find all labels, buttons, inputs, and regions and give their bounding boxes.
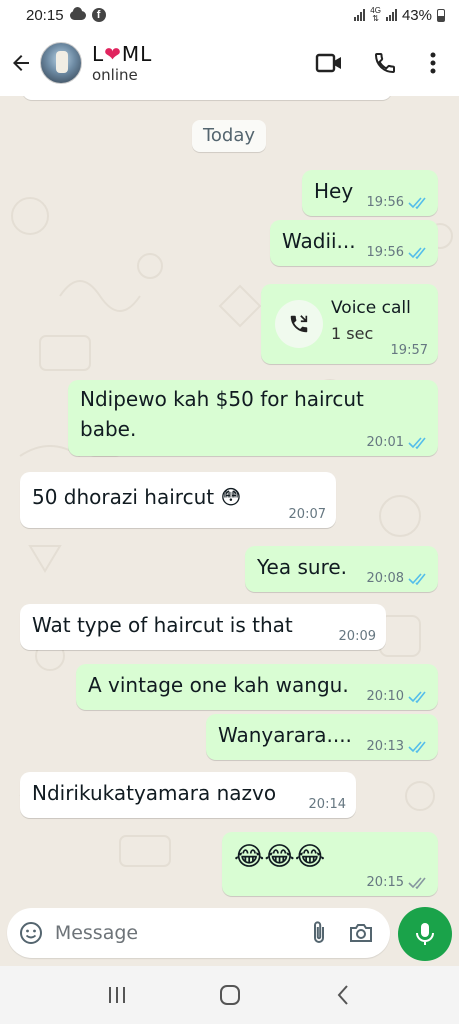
double-tick-read-icon xyxy=(408,436,426,449)
message-time: 19:57 xyxy=(390,343,428,358)
home-icon xyxy=(219,985,240,1005)
microphone-icon xyxy=(416,923,434,945)
message-bubble[interactable]: Wat type of haircut is that 20:09 xyxy=(20,604,386,650)
double-tick-read-icon xyxy=(408,196,426,209)
avatar[interactable] xyxy=(40,42,82,84)
camera-button[interactable] xyxy=(340,908,382,958)
message-text: 50 dhorazi haircut 😳 xyxy=(32,485,242,509)
input-bar xyxy=(0,907,459,964)
message-text: Ndirikukatyamara nazvo xyxy=(32,781,277,805)
signal-icon xyxy=(354,9,366,21)
system-nav-bar xyxy=(0,966,459,1024)
chat-header: L❤ML online xyxy=(0,30,459,96)
previous-message-edge xyxy=(22,96,392,100)
call-bubble-icon xyxy=(275,300,323,348)
chat-area[interactable]: Today Hey 19:56 Wadii... 19:56 Voice cal… xyxy=(0,96,459,908)
contact-info[interactable]: L❤ML online xyxy=(92,42,152,84)
status-bar: 20:15 f 4G ⇅ 43% xyxy=(0,0,459,30)
home-button[interactable] xyxy=(205,970,255,1020)
voice-call-button[interactable] xyxy=(357,38,413,88)
double-tick-read-icon xyxy=(408,572,426,585)
attach-button[interactable] xyxy=(298,908,340,958)
more-vert-icon xyxy=(430,52,436,74)
phone-icon xyxy=(374,53,395,74)
voice-call-bubble[interactable]: Voice call 1 sec 19:57 xyxy=(261,284,438,364)
call-title: Voice call xyxy=(331,298,411,318)
status-time: 20:15 xyxy=(26,6,64,24)
message-bubble[interactable]: Wanyarara.... 20:13 xyxy=(206,714,438,760)
message-time: 20:01 xyxy=(366,435,404,450)
message-bubble[interactable]: Ndirikukatyamara nazvo 20:14 xyxy=(20,772,356,818)
message-text: Wat type of haircut is that xyxy=(32,613,293,637)
message-time: 20:09 xyxy=(338,629,376,644)
message-time: 20:10 xyxy=(366,689,404,704)
call-duration: 1 sec xyxy=(331,324,374,343)
double-tick-read-icon xyxy=(408,740,426,753)
message-bubble[interactable]: Ndipewo kah $50 for haircut babe. 20:01 xyxy=(68,380,438,456)
signal-icon-2 xyxy=(385,9,397,21)
video-call-button[interactable] xyxy=(301,38,357,88)
message-time: 20:08 xyxy=(366,571,404,586)
message-time: 20:14 xyxy=(308,797,346,812)
double-tick-read-icon xyxy=(408,246,426,259)
message-text: Wadii... xyxy=(282,229,356,253)
message-input[interactable] xyxy=(54,922,298,944)
back-nav-button[interactable] xyxy=(318,970,368,1020)
message-text: Yea sure. xyxy=(257,555,348,579)
message-bubble[interactable]: Hey 19:56 xyxy=(302,170,438,216)
date-divider: Today xyxy=(192,120,266,152)
message-bubble[interactable]: 😂😂😂 20:15 xyxy=(222,832,438,896)
video-call-icon xyxy=(315,53,341,73)
double-tick-read-icon xyxy=(408,690,426,703)
battery-icon xyxy=(437,8,445,22)
emoji-icon xyxy=(19,922,42,944)
missed-call-phone-icon xyxy=(290,315,308,333)
voice-message-button[interactable] xyxy=(398,907,452,961)
double-tick-delivered-icon xyxy=(408,876,426,889)
recents-button[interactable] xyxy=(92,970,142,1020)
heart-icon: ❤ xyxy=(104,42,122,66)
message-text: 😂😂😂 xyxy=(234,842,326,872)
facebook-icon: f xyxy=(91,8,106,22)
paperclip-icon xyxy=(313,921,324,943)
message-bubble[interactable]: 50 dhorazi haircut 😳 20:07 xyxy=(20,472,336,528)
message-text-line-2: babe. xyxy=(80,417,137,441)
message-text: Hey xyxy=(314,179,354,203)
emoji-button[interactable] xyxy=(7,908,55,958)
more-options-button[interactable] xyxy=(413,38,453,88)
message-time: 19:56 xyxy=(366,245,404,260)
message-time: 20:13 xyxy=(366,739,404,754)
contact-name: L❤ML xyxy=(92,42,153,66)
back-button[interactable] xyxy=(2,41,40,85)
message-bubble[interactable]: A vintage one kah wangu. 20:10 xyxy=(76,664,438,710)
message-text-line-1: Ndipewo kah $50 for haircut xyxy=(80,387,364,411)
back-arrow-icon xyxy=(13,55,29,71)
message-time: 20:15 xyxy=(366,875,404,890)
message-time: 20:07 xyxy=(288,507,326,522)
camera-icon xyxy=(349,924,372,942)
message-bubble[interactable]: Wadii... 19:56 xyxy=(270,220,438,266)
message-time: 19:56 xyxy=(366,195,404,210)
message-text: A vintage one kah wangu. xyxy=(88,673,349,697)
message-bubble[interactable]: Yea sure. 20:08 xyxy=(245,546,438,592)
network-type: 4G ⇅ xyxy=(370,6,381,23)
chevron-left-icon xyxy=(337,985,348,1005)
battery-percent: 43% xyxy=(401,6,432,24)
recents-icon xyxy=(108,987,125,1003)
contact-status: online xyxy=(92,66,138,84)
cloud-icon xyxy=(69,6,86,20)
message-compose-box xyxy=(7,908,390,958)
message-text: Wanyarara.... xyxy=(218,723,352,747)
